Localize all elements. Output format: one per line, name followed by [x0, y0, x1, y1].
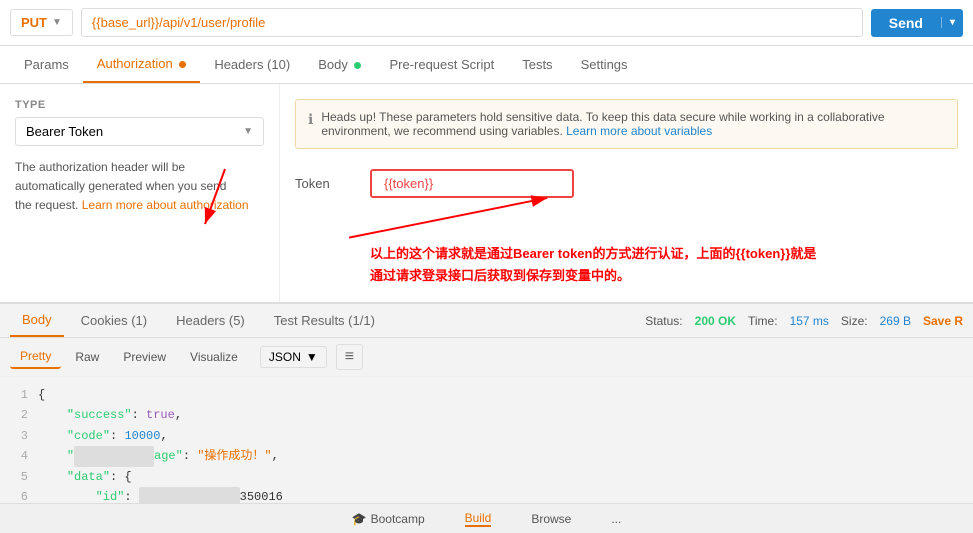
- authorization-dot: [179, 61, 186, 68]
- format-visualize[interactable]: Visualize: [180, 346, 248, 368]
- code-line-4: 4 "meage": "操作成功！",: [10, 446, 963, 466]
- tab-headers[interactable]: Headers (10): [200, 47, 304, 82]
- format-select-arrow: ▼: [306, 350, 318, 364]
- auth-description: The authorization header will be automat…: [15, 158, 264, 216]
- send-label: Send: [871, 15, 941, 31]
- response-tab-cookies[interactable]: Cookies (1): [69, 305, 159, 336]
- status-bar: Status: 200 OK Time: 157 ms Size: 269 B …: [645, 314, 963, 328]
- time-value: 157 ms: [790, 314, 829, 328]
- tab-prerequest[interactable]: Pre-request Script: [375, 47, 508, 82]
- method-label: PUT: [21, 15, 47, 30]
- token-label: Token: [295, 176, 355, 191]
- format-type-label: JSON: [269, 350, 301, 364]
- response-tab-body[interactable]: Body: [10, 304, 64, 337]
- response-tab-headers[interactable]: Headers (5): [164, 305, 257, 336]
- bearer-token-label: Bearer Token: [26, 124, 103, 139]
- tab-authorization[interactable]: Authorization: [83, 46, 201, 83]
- send-dropdown-icon: ▾: [941, 17, 963, 28]
- url-bar: PUT ▼ Send ▾: [0, 0, 973, 46]
- time-label: Time:: [748, 314, 778, 328]
- size-label: Size:: [841, 314, 868, 328]
- browse-label: Browse: [531, 512, 571, 526]
- url-input[interactable]: [81, 8, 863, 37]
- bearer-token-select[interactable]: Bearer Token ▼: [15, 117, 264, 146]
- format-pretty[interactable]: Pretty: [10, 345, 61, 369]
- format-bar: Pretty Raw Preview Visualize JSON ▼ ≡: [0, 338, 973, 377]
- bearer-dropdown-icon: ▼: [243, 126, 253, 137]
- bootcamp-icon: 🎓: [352, 512, 367, 526]
- format-preview[interactable]: Preview: [113, 346, 176, 368]
- save-response-link[interactable]: Save R: [923, 314, 963, 328]
- tab-settings[interactable]: Settings: [567, 47, 642, 82]
- token-input-wrapper: [370, 169, 958, 198]
- code-line-5: 5 "data": {: [10, 467, 963, 487]
- status-label: Status:: [645, 314, 682, 328]
- tab-params[interactable]: Params: [10, 47, 83, 82]
- bootcamp-label: Bootcamp: [371, 512, 425, 526]
- auth-left-panel: TYPE Bearer Token ▼ The authorization he…: [0, 84, 280, 302]
- more-label: ...: [611, 512, 621, 526]
- method-select[interactable]: PUT ▼: [10, 9, 73, 36]
- code-line-1: 1 {: [10, 385, 963, 405]
- format-type-select[interactable]: JSON ▼: [260, 346, 327, 368]
- info-icon: ℹ: [308, 111, 313, 128]
- chinese-annotation: 以上的这个请求就是通过Bearer token的方式进行认证，上面的{{toke…: [370, 243, 963, 287]
- format-raw[interactable]: Raw: [65, 346, 109, 368]
- learn-more-link[interactable]: Learn more about authorization: [82, 198, 249, 212]
- notice-link[interactable]: Learn more about variables: [566, 124, 712, 138]
- build-nav[interactable]: Build: [465, 511, 492, 527]
- response-tab-test-results[interactable]: Test Results (1/1): [262, 305, 387, 336]
- bottom-nav: 🎓 Bootcamp Build Browse ...: [0, 503, 973, 533]
- notice-box: ℹ Heads up! These parameters hold sensit…: [295, 99, 958, 149]
- auth-right-panel: ℹ Heads up! These parameters hold sensit…: [280, 84, 973, 302]
- token-input[interactable]: [370, 169, 574, 198]
- method-dropdown-icon: ▼: [52, 17, 62, 28]
- code-line-2: 2 "success": true,: [10, 405, 963, 425]
- response-body-code: 1 { 2 "success": true, 3 "code": 10000, …: [0, 377, 973, 515]
- bootcamp-nav[interactable]: 🎓 Bootcamp: [352, 512, 425, 526]
- send-button[interactable]: Send ▾: [871, 9, 963, 37]
- tab-bar: Params Authorization Headers (10) Body P…: [0, 46, 973, 84]
- build-label: Build: [465, 511, 492, 525]
- tab-body[interactable]: Body: [304, 47, 375, 82]
- word-wrap-button[interactable]: ≡: [336, 344, 363, 370]
- more-nav[interactable]: ...: [611, 512, 621, 526]
- browse-nav[interactable]: Browse: [531, 512, 571, 526]
- main-content: TYPE Bearer Token ▼ The authorization he…: [0, 84, 973, 304]
- response-tab-bar: Body Cookies (1) Headers (5) Test Result…: [0, 304, 973, 338]
- code-line-3: 3 "code": 10000,: [10, 426, 963, 446]
- size-value: 269 B: [880, 314, 911, 328]
- notice-text: Heads up! These parameters hold sensitiv…: [321, 110, 945, 138]
- status-code: 200 OK: [695, 314, 736, 328]
- token-row: Token: [295, 169, 958, 198]
- tab-tests[interactable]: Tests: [508, 47, 566, 82]
- body-dot: [354, 62, 361, 69]
- type-label: TYPE: [15, 99, 264, 111]
